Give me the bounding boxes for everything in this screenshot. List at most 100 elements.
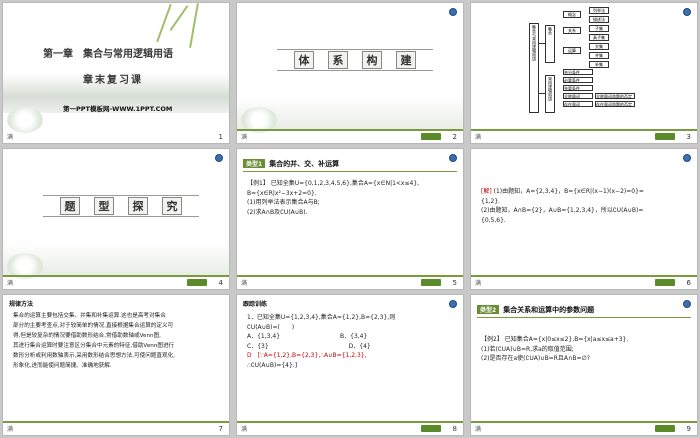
slide-footer: 满 <box>241 280 248 287</box>
circle-icon <box>683 8 691 16</box>
method-text: 集合的运算主要包括交集、并集和补集运算.这也是高考对集合 部分的主要考查点,对于… <box>13 311 225 371</box>
mindmap-node: 补集 <box>589 61 609 68</box>
text-line: {1,2}. <box>481 197 501 205</box>
mindmap-node: 全称量词命题的否定 <box>595 93 635 99</box>
slide-footer: 满 <box>241 134 248 141</box>
slide-number: 7 <box>218 425 223 433</box>
banner-char: 型 <box>94 197 114 215</box>
mindmap-root: 集合与常用逻辑用语 <box>529 23 539 113</box>
slide-thumbnail-9[interactable]: 类型2 集合关系和运算中的参数问题 【例2】 已知集合A={x|0≤x≤2},B=… <box>470 294 698 436</box>
slide-number: 5 <box>452 279 457 287</box>
section-heading: 类型1 集合的并、交、补运算 <box>243 159 339 169</box>
text-line: {0,5,6}. <box>481 216 506 224</box>
mindmap-node: 常用逻辑用语 <box>545 75 555 113</box>
mindmap-node: 必要条件 <box>563 77 593 83</box>
banner-char: 探 <box>128 197 148 215</box>
slide-number: 3 <box>686 133 691 141</box>
text-line: (2)由题知，A∩B={2}，A∪B={1,2,3,4}，所以∁U(A∪B)= <box>481 207 644 214</box>
footer-bar <box>471 129 697 131</box>
circle-icon <box>449 300 457 308</box>
slide-thumbnail-grid: 第一章 集合与常用逻辑用语 章末复习课 第一PPT模板网-WWW.1PPT.CO… <box>0 0 700 438</box>
text-line: 1．已知全集U={1,2,3,4},集合A={1,2},B={2,3},则 <box>247 314 396 321</box>
text-line: 集合的运算主要包括交集、并集和补集运算.这也是高考对集合 <box>13 313 166 319</box>
text-line: 得,但是较复杂的情况要借助数形结合,常借助数轴或Venn图, <box>13 333 161 339</box>
answer-line: ∴∁U(A∪B)={4}.] <box>247 361 298 369</box>
heading-text: 集合的并、交、补运算 <box>269 160 340 168</box>
exercise-text: 1．已知全集U={1,2,3,4},集合A={1,2},B={2,3},则 ∁U… <box>247 313 459 370</box>
circle-icon <box>215 154 223 162</box>
slide-thumbnail-2[interactable]: 体 系 构 建 满 2 <box>236 2 464 144</box>
text-line: 【例1】 已知全集U={0,1,2,3,4,5,6},集合A={x∈N|1<x≤… <box>247 180 420 187</box>
section-banner: 题 型 探 究 <box>43 195 199 217</box>
circle-icon <box>449 154 457 162</box>
slide-number: 6 <box>686 279 691 287</box>
text-line: 其进行集合运算时要注意区分集合中元素的特征,借助Venn图进行 <box>13 343 175 349</box>
slide-footer: 满 <box>475 426 482 433</box>
banner-char: 构 <box>362 51 382 69</box>
method-tag: 规律方法 <box>9 301 34 308</box>
mindmap-node: 真子集 <box>589 34 609 41</box>
slide-number: 1 <box>218 133 223 141</box>
text-line: 数形分析或利用数轴表示,采用数形结合思想方法,可使问题直观化, <box>13 353 175 359</box>
banner-char: 究 <box>162 197 182 215</box>
text-line: (2)是否存在a使(∁UA)∪B=R且A∩B=∅? <box>481 355 590 362</box>
banner-char: 体 <box>294 51 314 69</box>
type-tag: 类型2 <box>477 305 500 314</box>
willow-branch <box>189 3 199 48</box>
slide-thumbnail-5[interactable]: 类型1 集合的并、交、补运算 【例1】 已知全集U={0,1,2,3,4,5,6}… <box>236 148 464 290</box>
text-line: (1)由题知，A={2,3,4}，B={x∈R|(x−1)(x−2)=0}= <box>493 188 644 195</box>
mindmap-node: 概念 <box>563 11 581 18</box>
banner-char: 题 <box>60 197 80 215</box>
willow-branch <box>169 5 189 31</box>
problem-text: 【例1】 已知全集U={0,1,2,3,4,5,6},集合A={x∈N|1<x≤… <box>247 179 457 217</box>
slide-footer: 满 <box>475 280 482 287</box>
slide-footer: 满 <box>7 280 14 287</box>
willow-branch <box>156 3 172 43</box>
footer-badge <box>421 133 441 140</box>
footer-bar <box>471 421 697 423</box>
text-line: B={x∈R|x²−3x+2=0}. <box>247 189 317 197</box>
slide-number: 2 <box>452 133 457 141</box>
slide-thumbnail-3[interactable]: 集合与常用逻辑用语 集合 常用逻辑用语 概念 关系 运算 列举法 描述法 子集 … <box>470 2 698 144</box>
footer-bar <box>237 275 463 277</box>
slide-number: 8 <box>452 425 457 433</box>
option-b: B．{3,4} <box>340 333 368 340</box>
answer-line: D [∵A={1,2},B={2,3},∴A∪B={1,2,3}, <box>247 352 367 359</box>
slide-thumbnail-4[interactable]: 题 型 探 究 满 4 <box>2 148 230 290</box>
section-heading: 规律方法 <box>9 299 33 308</box>
problem-text: 【例2】 已知集合A={x|0≤x≤2},B={x|a≤x≤a+3}. (1)若… <box>481 335 691 364</box>
banner-char: 系 <box>328 51 348 69</box>
solution-tag: [解] <box>481 188 492 195</box>
slide-number: 4 <box>218 279 223 287</box>
divider <box>243 171 457 172</box>
slide-thumbnail-1[interactable]: 第一章 集合与常用逻辑用语 章末复习课 第一PPT模板网-WWW.1PPT.CO… <box>2 2 230 144</box>
slide-footer: 满 <box>241 426 248 433</box>
option-d: D．{4} <box>348 342 371 350</box>
footer-bar <box>3 421 229 423</box>
slide-thumbnail-8[interactable]: 跟踪训练 1．已知全集U={1,2,3,4},集合A={1,2},B={2,3}… <box>236 294 464 436</box>
option-c: C．{3} <box>247 342 269 350</box>
slide-thumbnail-7[interactable]: 规律方法 集合的运算主要包括交集、并集和补集运算.这也是高考对集合 部分的主要考… <box>2 294 230 436</box>
option-a: A．{1,3,4} <box>247 333 281 340</box>
slide-footer: 满 <box>475 134 482 141</box>
mindmap-node: 充要条件 <box>563 85 593 91</box>
slide-thumbnail-6[interactable]: [解] (1)由题知，A={2,3,4}，B={x∈R|(x−1)(x−2)=0… <box>470 148 698 290</box>
footer-bar <box>237 421 463 423</box>
mindmap-node: 充分条件 <box>563 69 593 75</box>
text-line: ∁U(A∪B)=( ) <box>247 323 295 331</box>
text-line: (1)若(∁UA)∪B=R,求a的取值范围; <box>481 345 574 353</box>
footer-badge <box>655 425 675 432</box>
text-line: (2)求A∩B及∁U(A∪B). <box>247 208 308 216</box>
slide-number: 9 <box>686 425 691 433</box>
footer-bar <box>471 275 697 277</box>
footer-bar <box>237 129 463 131</box>
slide-footer: 满 <box>7 426 14 433</box>
text-line: 部分的主要考查点,对于较简单的情况,直接根据集合运算的定义可 <box>13 323 174 329</box>
footer-badge <box>187 279 207 286</box>
mindmap-node: 存在量词 <box>563 101 593 107</box>
mindmap-node: 集合 <box>545 25 555 63</box>
mindmap-node: 列举法 <box>589 7 609 14</box>
lotus-image <box>7 107 43 133</box>
slide-subtitle: 章末复习课 <box>83 75 143 86</box>
site-credit: 第一PPT模板网-WWW.1PPT.COM <box>63 105 173 113</box>
